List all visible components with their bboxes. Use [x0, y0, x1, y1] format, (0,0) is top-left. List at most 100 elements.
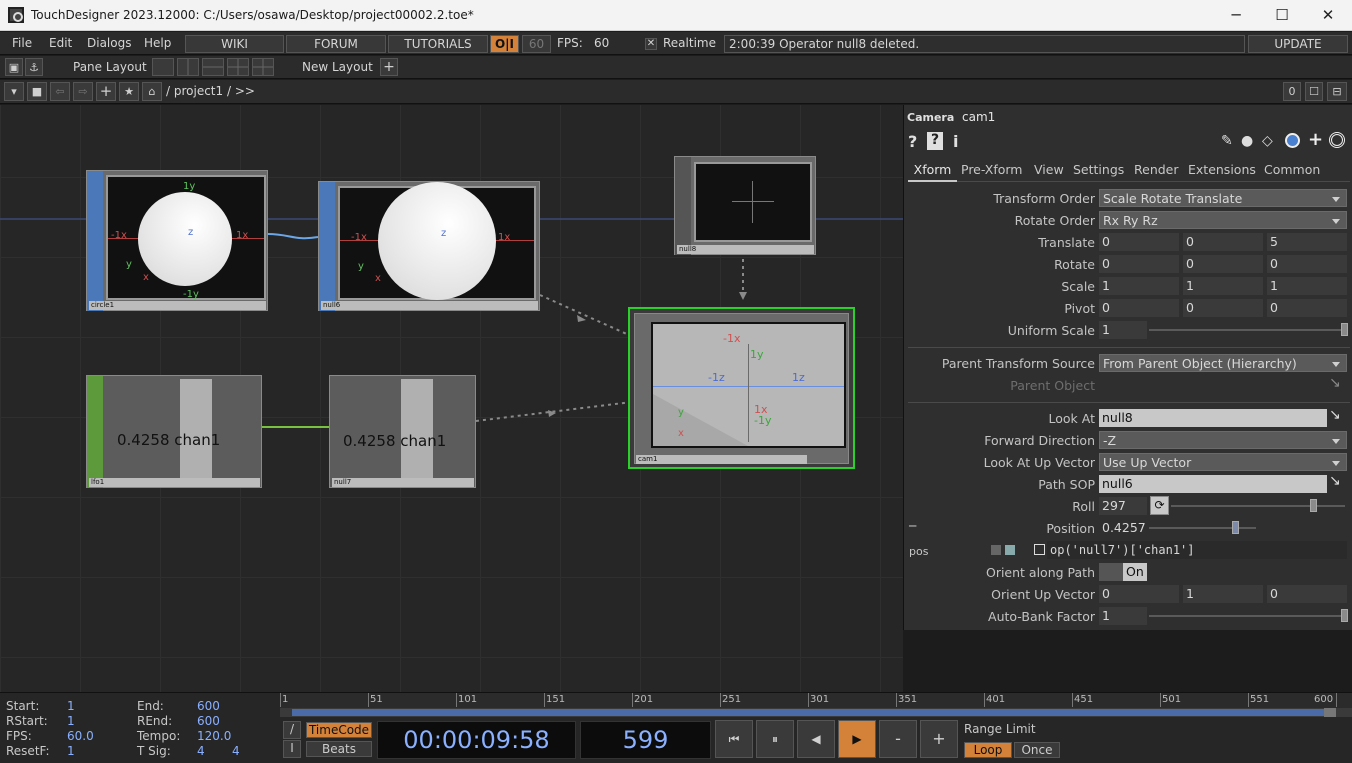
layout-single-button[interactable] — [152, 58, 174, 76]
rotate-z-field[interactable]: 0 — [1267, 255, 1347, 273]
timeline-cursor-icon[interactable]: I — [283, 740, 301, 758]
forward-arrow-icon[interactable]: ⇨ — [73, 82, 93, 101]
forward-direction-dropdown[interactable]: -Z — [1099, 431, 1347, 449]
back-arrow-icon[interactable]: ⇦ — [50, 82, 70, 101]
node-name[interactable]: circle1 — [89, 301, 266, 310]
timecode-display[interactable]: 00:00:09:58 — [377, 721, 576, 759]
position-slider[interactable] — [1149, 527, 1256, 529]
info-icon[interactable]: i — [953, 132, 958, 151]
scale-x-field[interactable]: 1 — [1099, 277, 1179, 295]
step-plus-button[interactable]: + — [920, 720, 958, 758]
target-icon[interactable] — [1329, 132, 1345, 148]
comment-icon[interactable]: ● — [1241, 133, 1253, 149]
node-flag-bar[interactable] — [87, 171, 103, 311]
loop-button[interactable]: Loop — [964, 742, 1012, 758]
clone-icon[interactable]: ◇ — [1262, 133, 1273, 149]
network-editor[interactable]: 1y -1y -1x 1x z y x circle1 -1x 1x z y x… — [0, 105, 903, 692]
pane-network-icon[interactable]: ⚓ — [25, 58, 43, 76]
once-button[interactable]: Once — [1014, 742, 1060, 758]
rotate-order-dropdown[interactable]: Rx Ry Rz — [1099, 211, 1347, 229]
circle1-node[interactable]: 1y -1y -1x 1x z y x circle1 — [86, 170, 268, 311]
network-path[interactable]: / project1 / >> — [166, 84, 255, 98]
node-name[interactable]: null6 — [321, 301, 538, 310]
timeline-ruler[interactable]: 1 51 101 151 201 251 301 351 401 451 501 551 600 — [280, 693, 1352, 717]
look-at-field[interactable]: null8 — [1099, 409, 1327, 427]
layout-three-pane-button[interactable] — [227, 58, 249, 76]
timeline-scroll-thumb[interactable] — [292, 709, 1324, 716]
lfo1-node[interactable]: 0.4258 chan1 lfo1 — [86, 375, 262, 488]
step-minus-button[interactable]: - — [879, 720, 917, 758]
tab-view[interactable]: View — [1034, 162, 1064, 177]
tsig-value-b[interactable]: 4 — [232, 744, 240, 758]
stop-icon[interactable]: ■ — [27, 82, 47, 101]
maximize-pane-icon[interactable]: ☐ — [1305, 82, 1323, 101]
timeline-playhead[interactable] — [1324, 708, 1336, 717]
forum-button[interactable]: FORUM — [286, 35, 386, 53]
bookmark-star-icon[interactable]: ★ — [119, 82, 139, 101]
node-name[interactable]: null7 — [332, 478, 474, 487]
fps-value[interactable]: 60.0 — [67, 729, 94, 743]
cam1-node-selected[interactable]: -1x 1y -1z 1z 1x -1y y x cam1 — [628, 307, 855, 469]
pivot-z-field[interactable]: 0 — [1267, 299, 1347, 317]
go-to-start-button[interactable]: ⏮ — [715, 720, 753, 758]
add-param-icon[interactable]: + — [1308, 129, 1323, 150]
help-icon[interactable]: ? — [908, 132, 917, 151]
operator-picker-arrow-icon[interactable]: ↘ — [1329, 375, 1341, 391]
pane-id-field[interactable]: 0 — [1283, 82, 1301, 101]
maximize-button[interactable]: ☐ — [1259, 0, 1305, 31]
roll-slider[interactable] — [1171, 505, 1345, 507]
timecode-button[interactable]: TimeCode — [306, 722, 372, 738]
menu-edit[interactable]: Edit — [49, 36, 72, 50]
null8-node[interactable]: null8 — [674, 156, 816, 255]
translate-y-field[interactable]: 0 — [1183, 233, 1263, 251]
auto-bank-field[interactable]: 1 — [1099, 607, 1147, 625]
operator-picker-arrow-icon[interactable]: ↘ — [1329, 473, 1341, 489]
pause-button[interactable]: ⏸ — [756, 720, 794, 758]
position-field[interactable]: 0.4257 — [1099, 519, 1147, 537]
node-name[interactable]: cam1 — [636, 455, 807, 464]
pane-menu-chevron-down-icon[interactable]: ▾ — [4, 82, 24, 101]
start-value[interactable]: 1 — [67, 699, 75, 713]
roll-field[interactable]: 297 — [1099, 497, 1147, 515]
auto-bank-slider-handle[interactable] — [1341, 609, 1348, 622]
operator-picker-arrow-icon[interactable]: ↘ — [1329, 407, 1341, 423]
expression-mode-icon[interactable] — [991, 545, 1001, 555]
transform-order-dropdown[interactable]: Scale Rotate Translate — [1099, 189, 1347, 207]
pane-image-icon[interactable]: ▣ — [5, 58, 23, 76]
add-layout-button[interactable]: + — [380, 58, 398, 76]
tab-render[interactable]: Render — [1134, 162, 1179, 177]
python-help-icon[interactable]: ? — [927, 132, 943, 150]
resetf-value[interactable]: 1 — [67, 744, 75, 758]
layout-split-horizontal-button[interactable] — [202, 58, 224, 76]
minimize-button[interactable]: ─ — [1213, 0, 1259, 31]
tab-extensions[interactable]: Extensions — [1188, 162, 1256, 177]
tempo-value[interactable]: 120.0 — [197, 729, 231, 743]
toggle-track[interactable] — [1099, 563, 1123, 581]
uniform-scale-field[interactable]: 1 — [1099, 321, 1147, 339]
tab-common[interactable]: Common — [1264, 162, 1320, 177]
expression-mode-icon[interactable] — [1005, 545, 1015, 555]
tab-pre-xform[interactable]: Pre-Xform — [961, 162, 1022, 177]
null7-node[interactable]: 0.4258 chan1 null7 — [329, 375, 476, 488]
node-name[interactable]: lfo1 — [89, 478, 260, 487]
uniform-scale-slider[interactable] — [1149, 329, 1345, 331]
rotate-y-field[interactable]: 0 — [1183, 255, 1263, 273]
perform-mode-button[interactable]: O|I — [490, 35, 519, 53]
step-back-button[interactable]: ◀ — [797, 720, 835, 758]
look-at-up-vector-dropdown[interactable]: Use Up Vector — [1099, 453, 1347, 471]
rstart-value[interactable]: 1 — [67, 714, 75, 728]
scale-y-field[interactable]: 1 — [1183, 277, 1263, 295]
scale-z-field[interactable]: 1 — [1267, 277, 1347, 295]
timeline-edit-icon[interactable]: / — [283, 721, 301, 739]
path-sop-field[interactable]: null6 — [1099, 475, 1327, 493]
split-pane-icon[interactable]: ⊟ — [1327, 82, 1347, 101]
tsig-value-a[interactable]: 4 — [197, 744, 205, 758]
menu-dialogs[interactable]: Dialogs — [87, 36, 131, 50]
orient-along-path-toggle[interactable]: On — [1123, 563, 1147, 581]
orient-up-y-field[interactable]: 1 — [1183, 585, 1263, 603]
fps-cap-field[interactable]: 60 — [522, 35, 551, 53]
parent-transform-source-dropdown[interactable]: From Parent Object (Hierarchy) — [1099, 354, 1347, 372]
update-button[interactable]: UPDATE — [1248, 35, 1348, 53]
play-button[interactable]: ▶ — [838, 720, 876, 758]
tab-xform[interactable]: Xform — [908, 162, 957, 182]
